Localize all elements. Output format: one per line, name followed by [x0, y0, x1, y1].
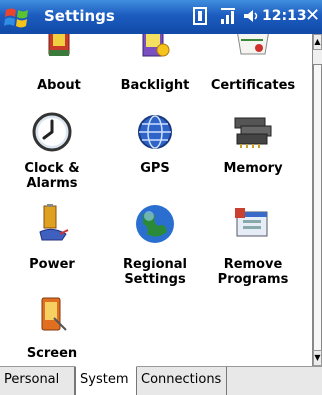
- about-icon: [48, 34, 70, 56]
- title-bar: Settings 12:13 ✕: [0, 0, 322, 34]
- clock-icon: [32, 112, 72, 152]
- vertical-scrollbar[interactable]: ▲ ▼: [312, 34, 322, 366]
- power-icon: [39, 204, 69, 241]
- screen-icon: [41, 297, 67, 331]
- settings-item-label: Remove Programs: [217, 257, 289, 287]
- tab-bar: Personal System Connections: [0, 366, 322, 395]
- settings-item-label: Clock & Alarms: [24, 161, 80, 191]
- settings-item-about[interactable]: About: [7, 34, 111, 96]
- settings-item-screen[interactable]: Screen: [0, 296, 104, 366]
- settings-item-backlight[interactable]: Backlight: [103, 34, 207, 96]
- settings-item-clock-alarms[interactable]: Clock & Alarms: [0, 112, 104, 192]
- window-title: Settings: [44, 7, 115, 25]
- settings-item-label: Screen: [26, 346, 78, 361]
- settings-item-gps[interactable]: GPS: [103, 112, 207, 192]
- settings-item-label: Regional Settings: [122, 257, 187, 287]
- settings-item-memory[interactable]: Memory: [201, 112, 305, 192]
- settings-item-remove-programs[interactable]: Remove Programs: [201, 204, 305, 287]
- clock-time[interactable]: 12:13: [262, 8, 307, 24]
- certificates-icon: [237, 34, 269, 55]
- globe-icon: [136, 205, 174, 243]
- settings-item-power[interactable]: Power: [0, 204, 104, 284]
- settings-item-label: Backlight: [120, 78, 190, 93]
- settings-item-label: Memory: [223, 161, 283, 176]
- memory-icon: [234, 117, 272, 148]
- scroll-down-arrow[interactable]: ▼: [313, 350, 322, 366]
- settings-item-regional-settings[interactable]: Regional Settings: [103, 204, 207, 287]
- settings-item-certificates[interactable]: Certificates: [201, 34, 305, 96]
- settings-item-label: GPS: [140, 161, 170, 176]
- remove-programs-icon: [235, 208, 268, 237]
- settings-item-label: Certificates: [210, 78, 296, 93]
- volume-icon[interactable]: [242, 7, 260, 29]
- settings-grid: About Backlight Certificates Clock & Alar…: [0, 34, 312, 366]
- close-button[interactable]: ✕: [305, 5, 320, 26]
- tab-connections[interactable]: Connections: [137, 367, 227, 395]
- connectivity-icon[interactable]: [193, 7, 207, 29]
- scroll-up-arrow[interactable]: ▲: [313, 34, 322, 50]
- tab-personal[interactable]: Personal: [0, 367, 75, 395]
- signal-icon[interactable]: [220, 7, 238, 29]
- scrollbar-thumb[interactable]: [313, 64, 322, 364]
- settings-item-label: Power: [29, 257, 75, 272]
- tab-system[interactable]: System: [75, 366, 137, 395]
- backlight-icon: [142, 34, 170, 57]
- settings-item-label: About: [37, 78, 81, 93]
- windows-start-icon[interactable]: [3, 4, 35, 30]
- gps-icon: [138, 115, 172, 149]
